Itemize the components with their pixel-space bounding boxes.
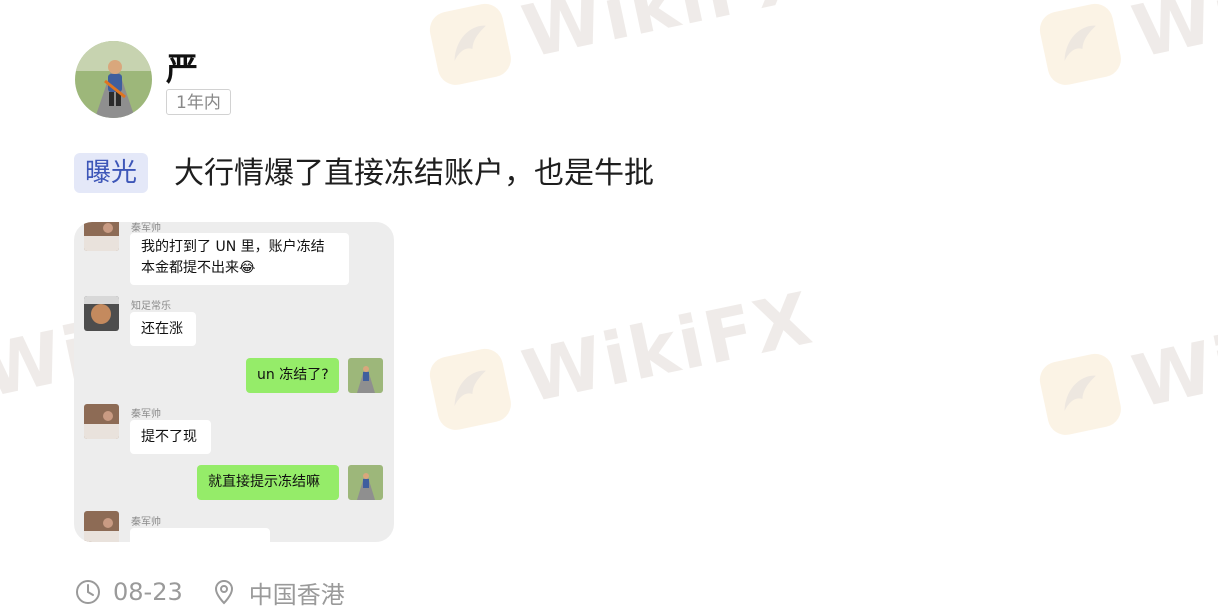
post-footer: 08-23 中国香港 [75, 575, 345, 609]
wikifx-logo-icon [426, 345, 515, 434]
post-location: 中国香港 [248, 580, 345, 609]
sender-avatar [84, 296, 119, 331]
chat-bubble-line: 我的打到了 UN 里，账户冻结 [141, 239, 325, 255]
wikifx-logo-icon [426, 0, 515, 89]
clock-icon [76, 580, 100, 604]
exposure-tag[interactable]: 曝光 [74, 153, 149, 193]
watermark: WikiFX [425, 0, 820, 93]
wikifx-logo-icon [1036, 0, 1125, 89]
chat-bubble: 我的打到了 UN 里，账户冻结 本金都提不出来😂 [130, 233, 349, 285]
chat-bubble: 就直接提示冻结嘛 [197, 465, 339, 500]
sender-avatar [84, 511, 119, 542]
post-text: 大行情爆了直接冻结账户，也是牛批 [174, 156, 654, 191]
username[interactable]: 严 [166, 44, 198, 90]
watermark-text: WikiFX [1125, 280, 1218, 425]
wikifx-logo-icon [1036, 350, 1125, 439]
watermark: WikiFX [425, 275, 820, 438]
watermark-text: WikiFX [515, 0, 820, 75]
chat-bubble-line: 本金都提不出来😂 [141, 260, 256, 276]
my-avatar [348, 465, 383, 500]
watermark: WikiFX [1035, 0, 1218, 93]
user-avatar[interactable] [75, 41, 152, 118]
chat-bubble: 提不了现 [130, 420, 211, 454]
sender-name: 知足常乐 [131, 301, 171, 312]
chat-bubble [130, 528, 270, 542]
chat-screenshot[interactable]: 秦军帅 我的打到了 UN 里，账户冻结 本金都提不出来😂 知足常乐 还在涨 un… [74, 222, 394, 542]
sender-avatar [84, 404, 119, 439]
watermark: WikiFX [1035, 281, 1218, 443]
sender-name: 秦军帅 [131, 517, 161, 528]
my-avatar [348, 358, 383, 393]
location-pin-icon [214, 579, 233, 605]
sender-name: 秦军帅 [131, 409, 161, 420]
chat-bubble: 还在涨 [130, 312, 196, 346]
sender-avatar [84, 222, 119, 251]
post-time-badge: 1年内 [166, 89, 231, 115]
chat-bubble: un 冻结了? [246, 358, 339, 393]
post-date: 08-23 [113, 578, 183, 606]
watermark-text: WikiFX [1125, 0, 1218, 75]
watermark-text: WikiFX [515, 275, 820, 420]
